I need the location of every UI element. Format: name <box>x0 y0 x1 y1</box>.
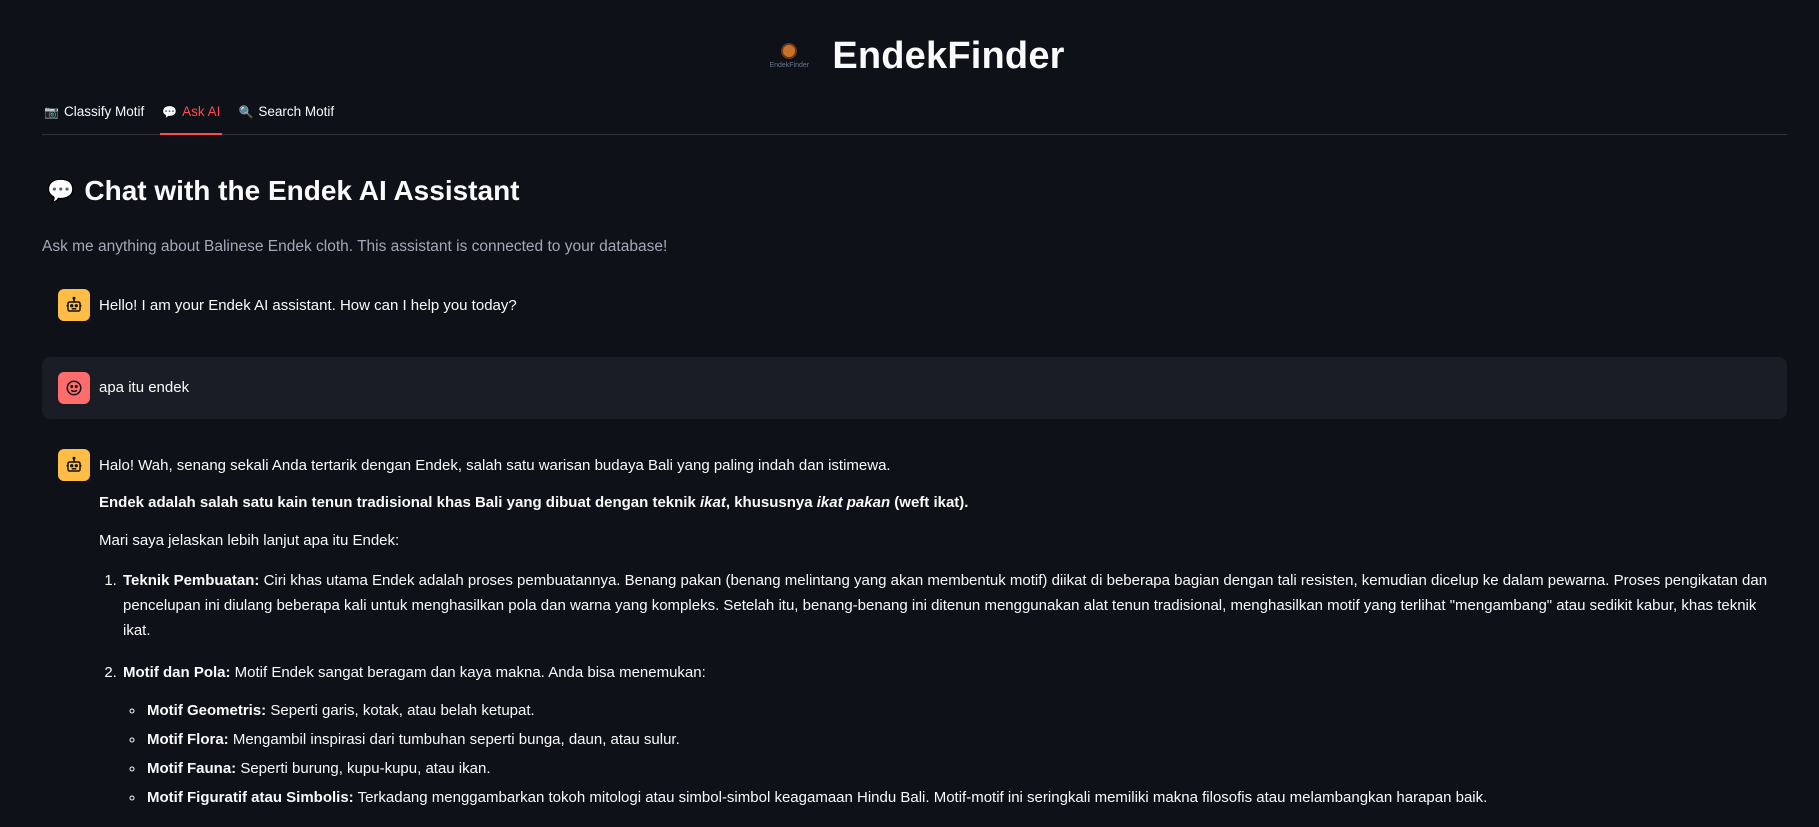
tab-label: Search Motif <box>258 104 335 119</box>
speech-bubble-icon: 💬 <box>47 178 75 203</box>
item-text: Motif Endek sangat beragam dan kaya makn… <box>230 664 706 682</box>
chat-message-assistant: Halo! Wah, senang sekali Anda tertarik d… <box>42 449 1787 827</box>
message-text: Hello! I am your Endek AI assistant. How… <box>99 297 517 314</box>
speech-bubble-icon: 💬 <box>162 104 178 119</box>
definition-part: (weft ikat). <box>890 494 969 512</box>
chat-message-assistant: Hello! I am your Endek AI assistant. How… <box>42 289 1803 321</box>
list-item: Motif dan Pola: Motif Endek sangat berag… <box>121 660 1787 810</box>
robot-icon <box>66 456 82 472</box>
item-title: Teknik Pembuatan: <box>123 571 260 589</box>
tab-label: Ask AI <box>182 104 221 119</box>
item-title: Motif dan Pola: <box>123 664 231 682</box>
magnifier-icon: 🔍 <box>238 104 254 119</box>
tab-bar: 📷 Classify Motif 💬 Ask AI 🔍 Search Motif <box>42 98 1787 135</box>
answer-list: Teknik Pembuatan: Ciri khas utama Endek … <box>99 568 1787 811</box>
robot-icon <box>66 296 82 312</box>
answer-lead: Mari saya jelaskan lebih lanjut apa itu … <box>99 531 400 549</box>
sub-item-text: Seperti garis, kotak, atau belah ketupat… <box>266 701 535 719</box>
sub-list-item: Motif Flora: Mengambil inspirasi dari tu… <box>145 727 1787 752</box>
tab-label: Classify Motif <box>63 104 145 119</box>
app-root: EndekFinder EndekFinder 📷 Classify Motif… <box>42 0 1787 806</box>
assistant-avatar <box>58 449 90 481</box>
definition-emphasis: ikat <box>700 494 726 512</box>
sub-list: Motif Geometris: Seperti garis, kotak, a… <box>123 698 1787 811</box>
camera-icon: 📷 <box>44 104 59 119</box>
answer-intro: Halo! Wah, senang sekali Anda tertarik d… <box>99 457 891 474</box>
page-caption: Ask me anything about Balinese Endek clo… <box>42 238 668 255</box>
sub-list-item: Motif Geometris: Seperti garis, kotak, a… <box>145 698 1787 723</box>
smiley-face-icon <box>66 380 82 396</box>
sub-item-title: Motif Figuratif atau Simbolis: <box>147 789 354 807</box>
item-text: Ciri khas utama Endek adalah proses pemb… <box>123 571 1768 640</box>
tab-search-motif[interactable]: 🔍 Search Motif <box>236 98 336 134</box>
definition-part: , khususnya <box>725 494 817 512</box>
message-text: Halo! Wah, senang sekali Anda tertarik d… <box>99 449 1787 827</box>
sub-item-title: Motif Geometris: <box>147 701 267 719</box>
logo-caption: EndekFinder <box>769 62 810 69</box>
sub-item-title: Motif Fauna: <box>147 759 237 777</box>
definition-part: Endek adalah salah satu kain tenun tradi… <box>99 494 700 512</box>
sub-item-text: Mengambil inspirasi dari tumbuhan sepert… <box>228 730 680 748</box>
sub-item-text: Seperti burung, kupu-kupu, atau ikan. <box>236 759 491 777</box>
chat-message-user: apa itu endek <box>42 357 1787 419</box>
sub-list-item: Motif Figuratif atau Simbolis: Terkadang… <box>145 785 1787 810</box>
list-item: Teknik Pembuatan: Ciri khas utama Endek … <box>121 568 1787 644</box>
logo-mark-icon <box>781 43 798 59</box>
endekfinder-logo: EndekFinder <box>764 31 814 81</box>
tab-classify-motif[interactable]: 📷 Classify Motif <box>42 98 146 134</box>
definition-emphasis: ikat pakan <box>816 494 891 512</box>
sub-item-text: Terkadang menggambarkan tokoh mitologi a… <box>353 789 1488 807</box>
sub-item-title: Motif Flora: <box>147 730 229 748</box>
app-title: EndekFinder <box>832 34 1065 77</box>
assistant-avatar <box>58 289 90 321</box>
page-title-text: Chat with the Endek AI Assistant <box>84 175 520 206</box>
sub-list-item: Motif Fauna: Seperti burung, kupu-kupu, … <box>145 756 1787 781</box>
page-title: 💬 Chat with the Endek AI Assistant <box>47 175 520 207</box>
answer-definition: Endek adalah salah satu kain tenun tradi… <box>99 493 1787 513</box>
message-text: apa itu endek <box>99 379 190 397</box>
user-avatar <box>58 372 90 404</box>
tab-ask-ai[interactable]: 💬 Ask AI <box>160 98 223 135</box>
app-header: EndekFinder EndekFinder <box>42 0 1787 112</box>
